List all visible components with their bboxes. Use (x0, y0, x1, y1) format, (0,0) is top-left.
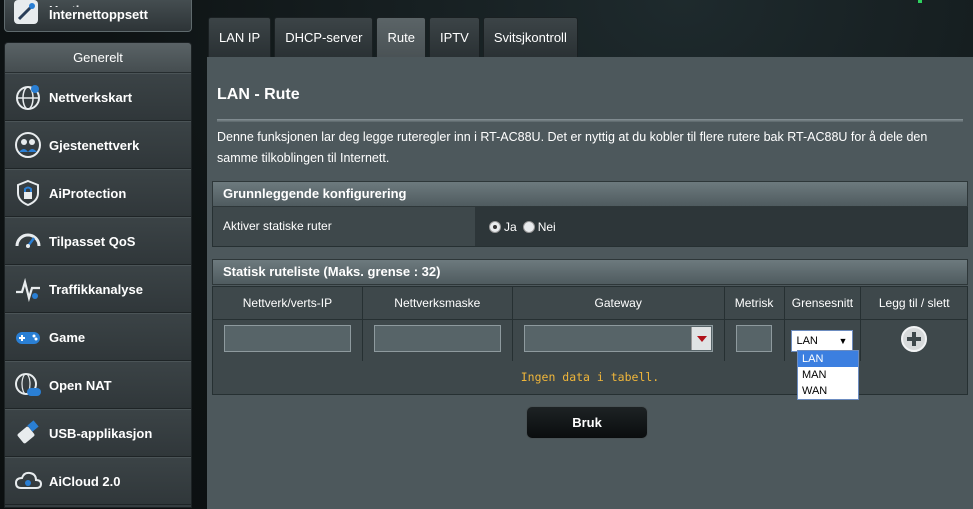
static-routes-row: Aktiver statiske ruter Ja Nei (212, 207, 968, 247)
wand-icon (14, 0, 38, 24)
guest-network-icon (15, 132, 41, 158)
sidebar-item-label: Gjestenettverk (49, 137, 140, 153)
sidebar-item-open-nat[interactable]: Open NAT (5, 361, 191, 409)
radio-no-label: Nei (537, 219, 556, 234)
sidebar-item-label: Traffikkanalyse (49, 281, 143, 297)
tab-route[interactable]: Rute (376, 17, 426, 57)
sidebar-item-label: AiCloud 2.0 (49, 473, 121, 489)
sidebar-item-label: AiProtection (49, 185, 127, 201)
sidebar-item-traffic-analyzer[interactable]: Traffikkanalyse (5, 265, 191, 313)
sidebar-item-label: USB-applikasjon (49, 425, 153, 441)
tab-bar: LAN IP DHCP-server Rute IPTV Svitsjkontr… (208, 17, 578, 57)
route-list-heading: Statisk ruteliste (Maks. grense : 32) (212, 259, 968, 285)
sidebar-item-label: Nettverkskart (49, 89, 133, 105)
col-netmask: Nettverksmaske (361, 286, 513, 320)
radio-no[interactable] (522, 220, 535, 233)
col-interface: Grensesnitt (783, 286, 862, 320)
open-nat-icon (15, 373, 41, 396)
traffic-analyzer-icon (16, 277, 40, 303)
gamepad-icon (16, 332, 40, 344)
basic-config-heading: Grunnleggende konfigurering (212, 181, 968, 207)
col-add-delete: Legg til / slett (860, 286, 968, 320)
speedometer-icon (15, 233, 41, 248)
static-routes-options: Ja Nei (475, 207, 967, 246)
netmask-input[interactable] (373, 324, 501, 352)
interface-option-wan[interactable]: WAN (798, 383, 858, 399)
col-metric: Metrisk (723, 286, 785, 320)
tab-dhcp-server[interactable]: DHCP-server (274, 17, 374, 57)
interface-dropdown-list: LAN MAN WAN (797, 350, 859, 400)
title-divider (217, 119, 963, 122)
radio-yes-label: Ja (504, 219, 517, 234)
apply-button[interactable]: Bruk (526, 406, 648, 439)
interface-select[interactable]: LAN ▼ (791, 329, 854, 352)
sidebar-item-label: Game (49, 329, 86, 345)
quick-internet-setup-button[interactable]: Hurtig Internettoppsett (4, 0, 192, 32)
sidebar-item-aicloud[interactable]: AiCloud 2.0 (5, 457, 191, 505)
static-routes-label: Aktiver statiske ruter (213, 207, 475, 246)
add-route-button[interactable] (901, 326, 928, 352)
sidebar-item-qos[interactable]: Tilpasset QoS (5, 217, 191, 265)
plus-icon (907, 332, 922, 346)
network-map-icon (16, 85, 40, 110)
quick-setup-label: Internettoppsett (49, 6, 148, 22)
sidebar-heading: Generelt (5, 43, 191, 73)
tab-lan-ip[interactable]: LAN IP (208, 17, 272, 57)
tab-iptv[interactable]: IPTV (428, 17, 480, 57)
radio-yes[interactable] (489, 220, 501, 233)
chevron-down-icon: ▼ (838, 335, 848, 346)
sidebar-item-network-map[interactable]: Nettverkskart (5, 73, 191, 121)
lock-shield-icon (17, 179, 39, 207)
gateway-dropdown-button[interactable] (690, 326, 711, 350)
network-ip-input[interactable] (223, 324, 351, 352)
sidebar-item-game[interactable]: Game (5, 313, 191, 361)
col-gateway: Gateway (511, 286, 725, 320)
status-indicator (918, 0, 922, 3)
usb-icon (17, 420, 39, 444)
tab-switch-control[interactable]: Svitsjkontroll (482, 17, 578, 57)
sidebar-item-label: Tilpasset QoS (49, 233, 136, 249)
sidebar-item-label: Open NAT (49, 377, 112, 393)
page-title: LAN - Rute (217, 86, 300, 103)
metric-input[interactable] (736, 324, 773, 352)
gateway-input[interactable] (523, 324, 713, 352)
col-network-ip: Nettverk/verts-IP (212, 286, 363, 320)
sidebar-item-guest-network[interactable]: Gjestenettverk (5, 121, 191, 169)
sidebar-item-usb[interactable]: USB-applikasjon (5, 409, 191, 457)
sidebar-item-aiprotection[interactable]: AiProtection (5, 169, 191, 217)
page-description: Denne funksjonen lar deg legge ruteregle… (217, 130, 928, 165)
interface-option-man[interactable]: MAN (798, 367, 858, 383)
main-panel: LAN - Rute Denne funksjonen lar deg legg… (207, 57, 973, 509)
interface-option-lan[interactable]: LAN (798, 351, 858, 367)
cloud-icon (14, 471, 43, 489)
sidebar: Generelt Nettverkskart Gjestenettverk Ai… (4, 42, 192, 508)
interface-selected-value: LAN (796, 334, 818, 347)
